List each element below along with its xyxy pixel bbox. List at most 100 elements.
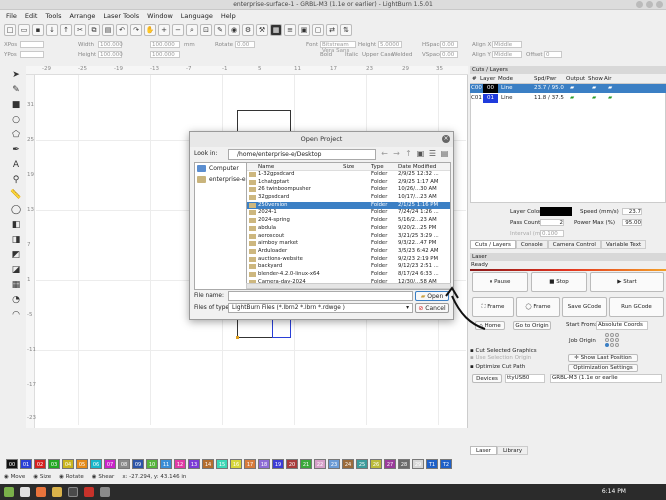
file-row[interactable]: 1chatgptart Folder 2/9/25 1:17 AM — [247, 179, 450, 187]
export-icon[interactable]: ↑ — [60, 24, 72, 36]
file-row[interactable]: abdula Folder 9/20/2...25 PM — [247, 225, 450, 233]
file-row[interactable]: aeroscout Folder 3/21/25 3:29 ... — [247, 233, 450, 241]
lightburn-taskbar-icon[interactable] — [84, 487, 94, 497]
new-file-icon[interactable]: □ — [4, 24, 16, 36]
undo-icon[interactable]: ↶ — [116, 24, 128, 36]
device-settings-icon[interactable]: ⚒ — [256, 24, 268, 36]
palette-swatch[interactable]: 20 — [286, 459, 298, 469]
trace-image-icon[interactable]: ✎ — [214, 24, 226, 36]
zoom-fit-icon[interactable]: ⌕ — [186, 24, 198, 36]
height-pct-input[interactable]: 100.000 — [150, 51, 180, 58]
menu-laser-tools[interactable]: Laser Tools — [101, 12, 145, 20]
palette-swatch[interactable]: 14 — [202, 459, 214, 469]
font-select[interactable]: Bitstream Vera Sans — [320, 41, 356, 54]
menu-tools[interactable]: Tools — [43, 12, 67, 20]
save-icon[interactable]: ▪ — [32, 24, 44, 36]
tab-camera-control[interactable]: Camera Control — [547, 240, 601, 249]
file-row[interactable]: 2024-spring Folder 5/16/2...23 AM — [247, 217, 450, 225]
italic-check[interactable]: Italic — [345, 52, 358, 58]
menu-arrange[interactable]: Arrange — [68, 12, 102, 20]
detail-view-icon[interactable]: ▤ — [439, 149, 450, 160]
interval-input[interactable]: 0.100 — [540, 230, 564, 237]
tab-console[interactable]: Console — [515, 240, 548, 249]
width-pct-input[interactable]: 100.000 — [150, 41, 180, 48]
palette-swatch[interactable]: 26 — [370, 459, 382, 469]
hspace-input[interactable]: 0.00 — [440, 41, 458, 48]
files-of-type-select[interactable]: LightBurn Files (*.lbrn2 *.lbrn *.rdwge … — [228, 303, 413, 313]
go-to-origin-button[interactable]: Go to Origin — [513, 321, 551, 330]
file-row[interactable]: blender-4.2.0-linux-x64 Folder 8/17/24 6:3… — [247, 271, 450, 279]
mirror-icon[interactable]: ⇅ — [340, 24, 352, 36]
redo-icon[interactable]: ↷ — [130, 24, 142, 36]
layer-mode[interactable]: Line — [498, 94, 534, 103]
file-row[interactable]: auctions-website Folder 9/2/23 2:19 PM — [247, 256, 450, 264]
boolean-subtract-icon[interactable]: ◩ — [10, 249, 22, 261]
palette-swatch[interactable]: 18 — [258, 459, 270, 469]
select-arrow-icon[interactable]: ➤ — [10, 69, 22, 81]
file-list-hscrollbar[interactable] — [246, 283, 451, 289]
firefox-icon[interactable] — [36, 487, 46, 497]
cut-selected-option[interactable]: ▪ Cut Selected Graphics — [470, 348, 537, 354]
show-toggle-icon[interactable]: ▰ — [592, 94, 608, 103]
start-from-select[interactable]: Absolute Coords — [596, 321, 648, 330]
vspace-input[interactable]: 0.00 — [440, 51, 458, 58]
text-icon[interactable]: A — [10, 159, 22, 171]
move-option[interactable]: ◉ Move — [4, 472, 25, 482]
palette-swatch[interactable]: 10 — [146, 459, 158, 469]
open-folder-icon[interactable]: ▭ — [18, 24, 30, 36]
palette-swatch[interactable]: 03 — [48, 459, 60, 469]
menu-file[interactable]: File — [4, 12, 23, 20]
forward-icon[interactable]: → — [391, 149, 402, 160]
output-toggle-icon[interactable]: ▰ — [570, 94, 592, 103]
parent-directory-icon[interactable]: ↑ — [403, 149, 414, 160]
width-input[interactable]: 100.000 — [98, 41, 123, 48]
palette-swatch[interactable]: 28 — [398, 459, 410, 469]
file-name-input[interactable] — [228, 291, 413, 301]
palette-swatch[interactable]: 29 — [412, 459, 424, 469]
welded-check[interactable]: Welded — [392, 52, 412, 58]
app-icon[interactable] — [100, 487, 110, 497]
tab-cuts-layers[interactable]: Cuts / Layers — [470, 240, 516, 249]
aligny-select[interactable]: Middle — [492, 51, 522, 58]
file-row[interactable]: 1-32gpsdcard Folder 2/9/25 12:32 ... — [247, 171, 450, 179]
file-row-selected[interactable]: 250version Folder 2/1/25 1:16 PM — [247, 201, 450, 210]
tab-library[interactable]: Library — [496, 446, 529, 455]
palette-swatch[interactable]: T2 — [440, 459, 452, 469]
file-row[interactable]: 26 twinboompusher Folder 10/26/...30 AM — [247, 186, 450, 194]
file-row[interactable]: aimboy market Folder 9/3/22...47 PM — [247, 240, 450, 248]
flip-icon[interactable]: ⇄ — [326, 24, 338, 36]
palette-swatch[interactable]: 09 — [132, 459, 144, 469]
palette-swatch[interactable]: 24 — [342, 459, 354, 469]
settings-icon[interactable]: ⚙ — [242, 24, 254, 36]
layer-row[interactable]: C01 01 Line 11.8 / 37.5 ▰ ▰ ▰ — [470, 94, 666, 103]
palette-swatch[interactable]: 21 — [300, 459, 312, 469]
font-height-input[interactable]: 5.0000 — [378, 41, 402, 48]
import-icon[interactable]: ↓ — [46, 24, 58, 36]
optimize-cut-path-option[interactable]: ▪ Optimize Cut Path — [470, 364, 525, 370]
uppercase-check[interactable]: Upper Case — [362, 52, 394, 58]
palette-swatch[interactable]: 04 — [62, 459, 74, 469]
col-date[interactable]: Date Modified — [398, 163, 450, 170]
alignx-select[interactable]: Middle — [492, 41, 522, 48]
palette-swatch[interactable]: 00 — [6, 459, 18, 469]
weld-icon[interactable]: ◧ — [10, 219, 22, 231]
run-gcode-button[interactable]: Run GCode — [609, 297, 664, 317]
size-option[interactable]: ◉ Size — [33, 472, 51, 482]
shear-option[interactable]: ◉ Shear — [92, 472, 115, 482]
speed-input[interactable]: 23.7 — [622, 208, 642, 215]
camera-icon[interactable]: ◉ — [228, 24, 240, 36]
optimization-settings-button[interactable]: Optimization Settings — [568, 364, 638, 372]
desktop-icon[interactable] — [20, 487, 30, 497]
devices-button[interactable]: Devices — [472, 374, 502, 383]
layer-color-swatch[interactable] — [540, 207, 572, 216]
menu-window[interactable]: Window — [145, 12, 179, 20]
show-toggle-icon[interactable]: ▰ — [592, 84, 608, 93]
align-icon[interactable]: ≡ — [284, 24, 296, 36]
stop-button[interactable]: ■ Stop — [531, 272, 587, 292]
place-computer[interactable]: Computer — [195, 163, 247, 174]
palette-swatch[interactable]: 12 — [174, 459, 186, 469]
xpos-input[interactable] — [20, 41, 44, 48]
menu-language[interactable]: Language — [179, 12, 219, 20]
tab-laser[interactable]: Laser — [470, 446, 497, 455]
bold-check[interactable]: Bold — [320, 52, 332, 58]
